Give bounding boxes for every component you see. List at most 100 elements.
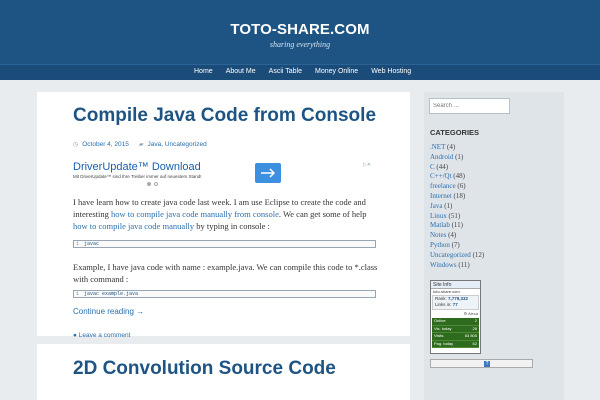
post-article: 2D Convolution Source Code bbox=[37, 344, 410, 400]
category-item: Notes (4) bbox=[430, 231, 484, 241]
category-link[interactable]: freelance bbox=[430, 182, 456, 190]
nav-item-web-hosting[interactable]: Web Hosting bbox=[371, 68, 411, 75]
site-header: TOTO-SHARE.COM sharing everything bbox=[0, 0, 600, 64]
comment-icon: ● bbox=[73, 332, 77, 339]
main-navigation: Home About Me Ascii Table Money Online W… bbox=[0, 64, 600, 80]
stat-label: Online bbox=[434, 318, 446, 323]
stat-value: 62 bbox=[472, 340, 477, 346]
alexa-stats: Online 2 Vis. today 28 Visits 63 805 Pag. t… bbox=[432, 318, 479, 348]
folder-icon: ▰ bbox=[138, 142, 144, 148]
paragraph-text: by typing in console : bbox=[194, 221, 270, 231]
clock-icon: ◷ bbox=[73, 142, 79, 148]
site-title[interactable]: TOTO-SHARE.COM bbox=[0, 21, 600, 38]
category-link[interactable]: Java bbox=[430, 202, 442, 210]
help-icon[interactable]: ? bbox=[484, 361, 490, 367]
stat-label: Vis. today bbox=[434, 325, 452, 331]
category-count: (1) bbox=[444, 201, 453, 210]
post-date[interactable]: October 4, 2015 bbox=[82, 141, 129, 148]
stat-value: 2 bbox=[474, 318, 477, 323]
category-link[interactable]: Matlab bbox=[430, 221, 450, 229]
category-item: Linux (51) bbox=[430, 212, 484, 222]
category-item: Internet (18) bbox=[430, 192, 484, 202]
category-item: Android (1) bbox=[430, 153, 484, 163]
category-link[interactable]: C++/Qt bbox=[430, 172, 452, 180]
stat-label: Pag. today bbox=[434, 340, 454, 346]
post-article: Compile Java Code from Console ◷ October… bbox=[37, 92, 410, 339]
category-link[interactable]: Python bbox=[430, 241, 450, 249]
category-item: C (44) bbox=[430, 163, 484, 173]
site-description: sharing everything bbox=[269, 40, 331, 49]
category-count: (7) bbox=[451, 240, 460, 249]
category-link[interactable]: Notes bbox=[430, 231, 446, 239]
rank-label: Rank: bbox=[435, 296, 447, 301]
category-link[interactable]: C bbox=[430, 163, 435, 171]
stat-label: Visits bbox=[434, 333, 444, 338]
category-count: (1) bbox=[455, 152, 464, 161]
nav-item-money-online[interactable]: Money Online bbox=[315, 68, 358, 75]
stat-row: Visits 63 805 bbox=[432, 333, 479, 341]
ad-subtitle: Mit DriverUpdate™ sind Ihre Treiber imme… bbox=[73, 174, 202, 179]
post-title[interactable]: Compile Java Code from Console bbox=[73, 105, 376, 127]
categories-heading: CATEGORIES bbox=[430, 128, 480, 137]
post-meta: ◷ October 4, 2015 ▰ Java, Uncategorized bbox=[73, 141, 207, 148]
alexa-widget[interactable]: Site Info toto-share.com Rank: 7,779,332… bbox=[430, 280, 481, 354]
ad-choices-icon[interactable]: ▷✕ bbox=[363, 162, 371, 168]
code-line-number: 1 bbox=[76, 241, 80, 247]
stat-value: 28 bbox=[472, 325, 477, 331]
category-count: (18) bbox=[453, 191, 466, 200]
category-link[interactable]: Uncategorized bbox=[430, 251, 471, 259]
category-item: C++/Qt (48) bbox=[430, 172, 484, 182]
ad-dot[interactable] bbox=[154, 182, 158, 186]
leave-comment[interactable]: ● Leave a comment bbox=[73, 332, 130, 339]
category-item: .NET (4) bbox=[430, 143, 484, 153]
ad-title[interactable]: DriverUpdate™ Download bbox=[73, 161, 201, 173]
category-item: Java (1) bbox=[430, 202, 484, 212]
nav-item-about-me[interactable]: About Me bbox=[226, 68, 256, 75]
code-block: 1 javac example.java bbox=[73, 290, 376, 298]
alexa-logo-text: Alexa bbox=[467, 311, 478, 316]
category-count: (6) bbox=[457, 182, 466, 191]
paragraph-text: . We can get some of help bbox=[278, 209, 367, 219]
stat-row: Pag. today 62 bbox=[432, 340, 479, 348]
category-item: Windows (11) bbox=[430, 261, 484, 271]
category-link[interactable]: .NET bbox=[430, 143, 445, 151]
ad-dot[interactable] bbox=[147, 182, 151, 186]
category-link[interactable]: Android bbox=[430, 153, 453, 161]
compile-java-manual-link[interactable]: how to compile java code manually bbox=[73, 221, 194, 231]
alexa-domain: toto-share.com bbox=[433, 289, 460, 294]
stat-row: Vis. today 28 bbox=[432, 325, 479, 333]
alexa-logo: ⚙ Alexa bbox=[463, 311, 479, 316]
code-text: javac example.java bbox=[84, 291, 139, 297]
category-link[interactable]: Internet bbox=[430, 192, 452, 200]
compile-java-link[interactable]: how to compile java code manually from c… bbox=[111, 209, 279, 219]
arrow-right-icon bbox=[261, 168, 276, 178]
category-item: Uncategorized (12) bbox=[430, 251, 484, 261]
category-link[interactable]: Windows bbox=[430, 261, 457, 269]
nav-item-home[interactable]: Home bbox=[194, 68, 213, 75]
code-line-number: 1 bbox=[76, 291, 80, 297]
category-count: (44) bbox=[436, 162, 449, 171]
search-input[interactable] bbox=[429, 98, 510, 114]
rank-value: 7,779,332 bbox=[448, 296, 469, 301]
nav-item-ascii-table[interactable]: Ascii Table bbox=[269, 68, 302, 75]
category-item: Python (7) bbox=[430, 241, 484, 251]
post-categories[interactable]: Java, Uncategorized bbox=[148, 141, 207, 148]
sidebar: CATEGORIES .NET (4) Android (1) C (44) C… bbox=[424, 92, 564, 400]
post-title[interactable]: 2D Convolution Source Code bbox=[73, 358, 336, 380]
ad-arrow-button[interactable] bbox=[255, 163, 281, 183]
category-link[interactable]: Linux bbox=[430, 212, 447, 220]
category-item: freelance (6) bbox=[430, 182, 484, 192]
leave-comment-link[interactable]: Leave a comment bbox=[79, 332, 131, 339]
category-count: (11) bbox=[451, 221, 463, 230]
category-count: (12) bbox=[472, 250, 485, 259]
continue-reading-link[interactable]: Continue reading → bbox=[73, 307, 144, 316]
category-count: (4) bbox=[448, 231, 457, 240]
links-value: 77 bbox=[452, 302, 458, 307]
category-count: (11) bbox=[458, 260, 470, 269]
stat-value: 63 805 bbox=[464, 333, 477, 338]
category-item: Matlab (11) bbox=[430, 221, 484, 231]
counter-widget[interactable]: ? bbox=[430, 359, 533, 368]
category-count: (4) bbox=[446, 143, 456, 151]
category-count: (51) bbox=[448, 211, 461, 220]
advertisement[interactable]: DriverUpdate™ Download Mit DriverUpdate™… bbox=[73, 161, 376, 189]
